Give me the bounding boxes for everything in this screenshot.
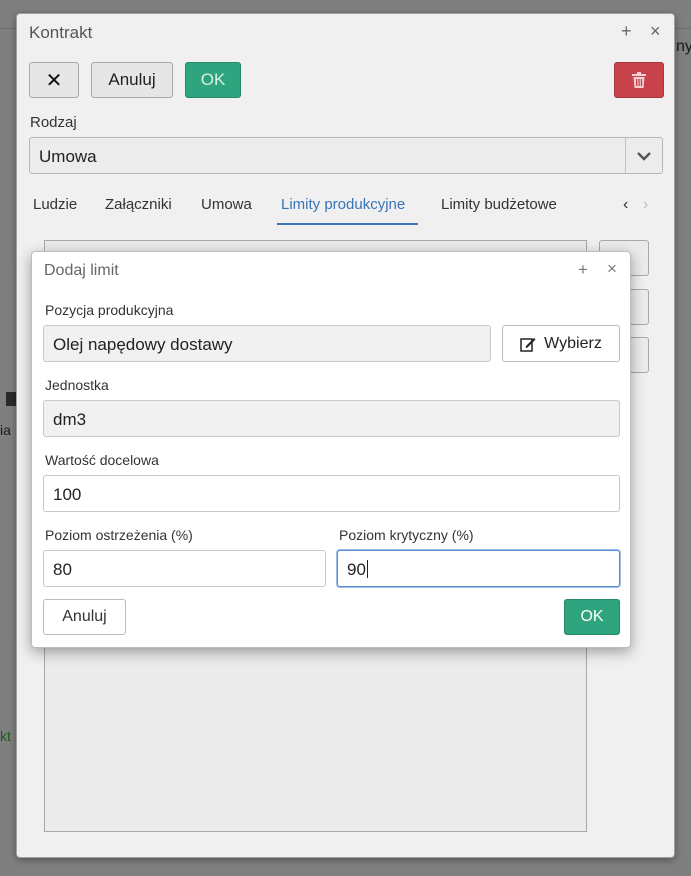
tab-limity-budzetowe[interactable]: Limity budżetowe — [441, 196, 557, 213]
close-icon[interactable]: × — [650, 22, 661, 40]
tab-zalaczniki[interactable]: Załączniki — [105, 196, 172, 213]
jednostka-field[interactable]: dm3 — [43, 400, 620, 437]
dodaj-limit-modal: Dodaj limit + × Pozycja produkcyjna Olej… — [31, 251, 631, 648]
close-button[interactable]: ✕ — [29, 62, 79, 98]
wybierz-button[interactable]: Wybierz — [502, 325, 620, 362]
modal-cancel-button[interactable]: Anuluj — [43, 599, 126, 635]
poziom-krytyczny-value: 90 — [347, 560, 366, 579]
background-text-left: ia — [0, 422, 11, 438]
poziom-krytyczny-input[interactable]: 90 — [337, 550, 620, 587]
modal-ok-button[interactable]: OK — [564, 599, 620, 635]
tab-limity-produkcyjne[interactable]: Limity produkcyjne — [281, 196, 405, 213]
wybierz-label: Wybierz — [544, 334, 602, 352]
rodzaj-select-value: Umowa — [39, 147, 97, 166]
ostrzezenie-label: Poziom ostrzeżenia (%) — [45, 527, 193, 543]
select-divider — [625, 138, 626, 173]
pozycja-label: Pozycja produkcyjna — [45, 302, 174, 318]
active-tab-indicator — [277, 223, 418, 225]
rodzaj-label: Rodzaj — [30, 114, 77, 131]
chevron-left-icon[interactable]: ‹ — [623, 196, 628, 214]
cancel-button[interactable]: Anuluj — [91, 62, 173, 98]
jednostka-label: Jednostka — [45, 377, 109, 393]
dialog-title: Kontrakt — [29, 23, 93, 42]
rodzaj-select[interactable]: Umowa — [29, 137, 663, 174]
maximize-icon[interactable]: + — [578, 261, 588, 279]
ok-button[interactable]: OK — [185, 62, 241, 98]
tab-ludzie[interactable]: Ludzie — [33, 196, 77, 213]
delete-button[interactable] — [614, 62, 664, 98]
krytyczny-label: Poziom krytyczny (%) — [339, 527, 474, 543]
wartosc-docelowa-input[interactable]: 100 — [43, 475, 620, 512]
modal-title: Dodaj limit — [44, 262, 119, 279]
pozycja-field[interactable]: Olej napędowy dostawy — [43, 325, 491, 362]
chevron-right-icon[interactable]: › — [643, 196, 648, 214]
text-caret — [366, 560, 368, 578]
edit-icon — [520, 337, 536, 352]
background-text-left-green: kt — [0, 728, 11, 744]
maximize-icon[interactable]: + — [621, 22, 632, 40]
wartosc-label: Wartość docelowa — [45, 452, 159, 468]
trash-icon — [632, 72, 646, 88]
tab-bar: Ludzie Załączniki Umowa Limity produkcyj… — [29, 196, 663, 226]
close-icon[interactable]: × — [607, 260, 617, 278]
tab-umowa[interactable]: Umowa — [201, 196, 252, 213]
background-text-right: ny — [676, 38, 691, 55]
poziom-ostrzezenia-input[interactable]: 80 — [43, 550, 326, 587]
chevron-down-icon — [637, 152, 651, 161]
x-icon: ✕ — [45, 69, 63, 92]
